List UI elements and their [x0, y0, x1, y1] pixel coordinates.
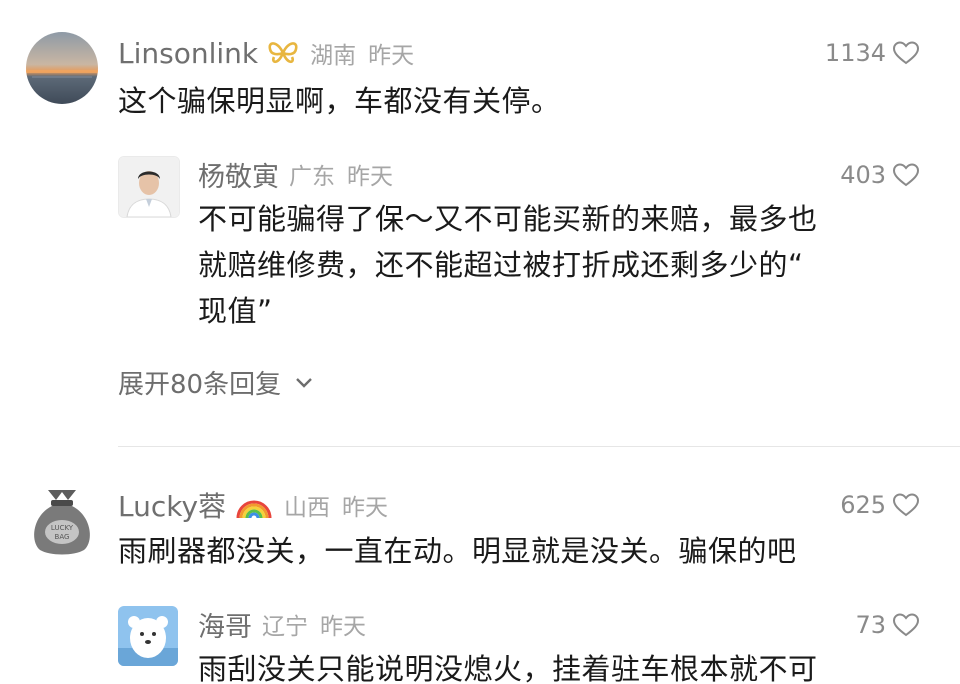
svg-text:BAG: BAG: [55, 533, 70, 541]
like-button[interactable]: 625: [840, 488, 920, 522]
timestamp: 昨天: [320, 614, 366, 640]
like-count: 403: [840, 161, 886, 189]
comment-text: 雨刷器都没关，一直在动。明显就是没关。骗保的吧: [118, 534, 797, 568]
username[interactable]: 杨敬寅: [198, 155, 279, 194]
avatar[interactable]: [118, 156, 180, 218]
comment-list: Linsonlink 湖南 昨天 1134 这个骗保明显啊，车都没有关停。 杨敬…: [0, 0, 960, 684]
region: 广东: [289, 164, 335, 190]
heart-icon: [892, 41, 920, 65]
region: 山西: [284, 495, 331, 521]
reply-header: 杨敬寅 广东 昨天: [198, 155, 393, 194]
comment-header: Lucky蓉 山西 昨天: [118, 486, 388, 524]
reply-header: 海哥 辽宁 昨天: [198, 605, 366, 644]
polar-bear-avatar-image: [118, 606, 178, 666]
username[interactable]: Lucky蓉: [118, 485, 226, 525]
like-button[interactable]: 73: [855, 608, 920, 642]
comment-header: Linsonlink 湖南 昨天: [118, 34, 414, 72]
timestamp: 昨天: [347, 164, 393, 190]
butterfly-badge-icon: [266, 39, 300, 67]
avatar[interactable]: [118, 606, 178, 666]
svg-text:LUCKY: LUCKY: [51, 524, 74, 532]
lucky-bag-avatar-image: LUCKY BAG: [34, 490, 90, 555]
heart-icon: [892, 163, 920, 187]
heart-icon: [892, 493, 920, 517]
expand-replies-label: 展开80条回复: [118, 370, 282, 400]
person-avatar-image: [119, 157, 179, 217]
username[interactable]: Linsonlink: [118, 37, 258, 70]
username[interactable]: 海哥: [198, 605, 252, 644]
avatar[interactable]: LUCKY BAG: [26, 484, 98, 556]
like-count: 73: [855, 611, 886, 639]
timestamp: 昨天: [368, 43, 415, 69]
rainbow-badge-icon: [234, 488, 274, 522]
comment-text: 这个骗保明显啊，车都没有关停。: [118, 84, 561, 118]
like-button[interactable]: 403: [840, 158, 920, 192]
reply-text: 不可能骗得了保～又不可能买新的来赔，最多也 就赔维修费，还不能超过被打折成还剩多…: [198, 202, 818, 328]
region: 湖南: [310, 43, 357, 69]
like-count: 625: [840, 491, 886, 519]
chevron-down-icon: [296, 377, 312, 388]
timestamp: 昨天: [342, 495, 389, 521]
like-button[interactable]: 1134: [825, 36, 920, 70]
region: 辽宁: [262, 614, 308, 640]
avatar[interactable]: [26, 32, 98, 104]
expand-replies-button[interactable]: 展开80条回复: [118, 364, 313, 401]
like-count: 1134: [824, 39, 886, 67]
reply-text: 雨刮没关只能说明没熄火，挂着驻车根本就不可: [198, 652, 818, 684]
divider: [118, 446, 960, 447]
sunset-avatar-image: [26, 32, 98, 104]
heart-icon: [892, 613, 920, 637]
